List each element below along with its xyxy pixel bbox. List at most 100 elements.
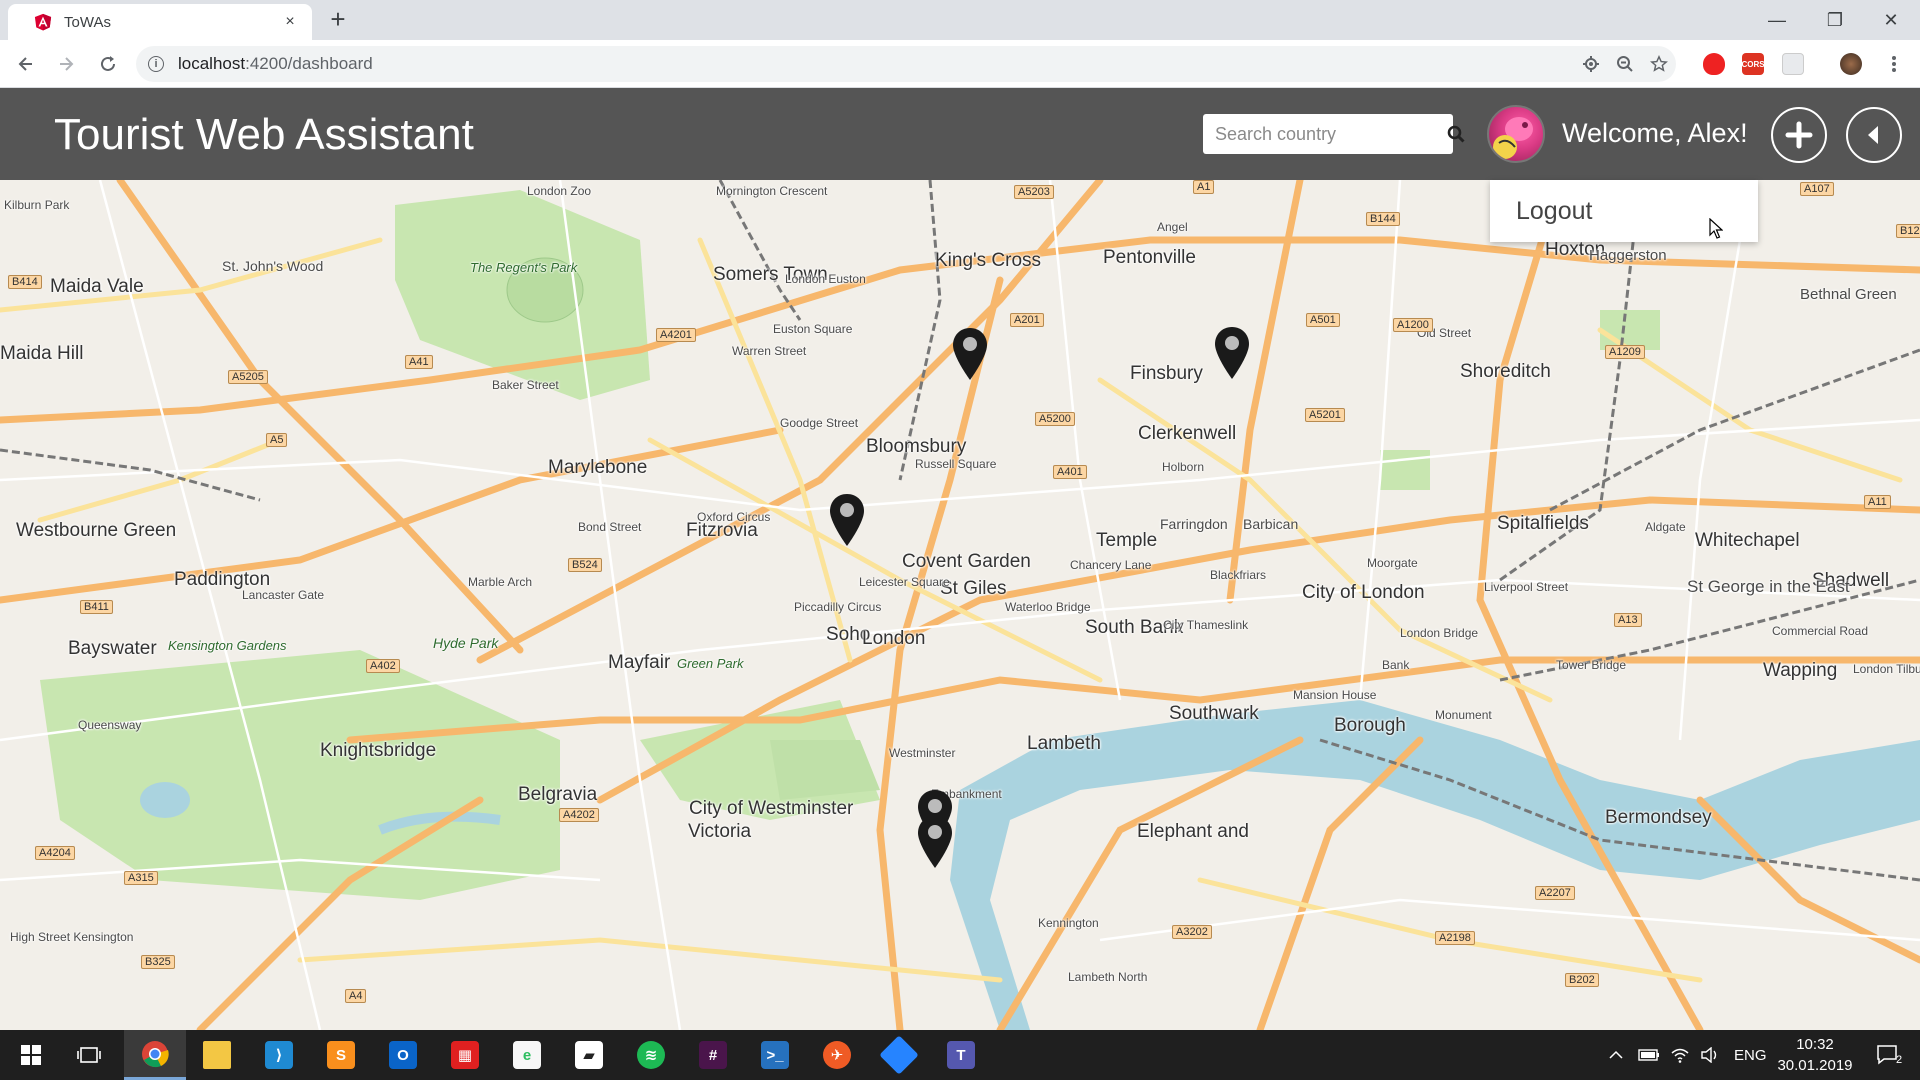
map-marker[interactable] xyxy=(916,814,954,870)
windows-start-icon[interactable] xyxy=(0,1030,62,1080)
map-label: Spitalfields xyxy=(1497,513,1589,534)
postman-icon[interactable]: ✈ xyxy=(806,1030,868,1080)
map-marker[interactable] xyxy=(1213,325,1251,381)
map-label: Victoria xyxy=(688,821,752,842)
extension-placeholder-icon[interactable] xyxy=(1782,53,1804,75)
browser-tabstrip: ToWAs × + — ❐ ✕ xyxy=(0,0,1920,40)
notification-center-icon[interactable]: 2 xyxy=(1868,1030,1908,1080)
window-close-button[interactable]: ✕ xyxy=(1862,0,1920,40)
browser-tab[interactable]: ToWAs × xyxy=(8,4,312,40)
profile-avatar-icon[interactable] xyxy=(1840,53,1862,75)
logout-button[interactable]: Logout xyxy=(1516,197,1592,226)
window-minimize-button[interactable]: — xyxy=(1748,0,1806,40)
battery-icon[interactable] xyxy=(1638,1030,1660,1080)
map-label: City of London xyxy=(1302,582,1425,603)
add-button[interactable] xyxy=(1771,107,1827,163)
vscode-icon[interactable]: ⟩ xyxy=(248,1030,310,1080)
map-label: Piccadilly Circus xyxy=(794,600,882,614)
map-label: Elephant and xyxy=(1137,821,1249,842)
red-app-icon[interactable]: ▦ xyxy=(434,1030,496,1080)
plus-icon xyxy=(1785,121,1813,149)
url-text[interactable]: localhost:4200/dashboard xyxy=(178,54,1574,74)
tray-overflow-icon[interactable] xyxy=(1608,1030,1624,1080)
map-label: London Euston xyxy=(785,272,866,286)
user-avatar[interactable] xyxy=(1487,105,1545,163)
cors-extension-icon[interactable]: CORS xyxy=(1741,53,1765,75)
road-label: A41 xyxy=(405,355,433,369)
collapse-button[interactable] xyxy=(1846,107,1902,163)
browser-menu-icon[interactable] xyxy=(1880,50,1908,78)
map-view[interactable]: London Zoo The Regent's Park St. John's … xyxy=(0,180,1920,1030)
road-label: Commercial Road xyxy=(1772,624,1869,638)
map-label: Liverpool Street xyxy=(1484,580,1569,594)
input-language[interactable]: ENG xyxy=(1734,1030,1767,1080)
teams-icon[interactable]: T xyxy=(930,1030,992,1080)
map-label: Finsbury xyxy=(1130,363,1203,384)
powershell-icon[interactable]: >_ xyxy=(744,1030,806,1080)
road-label: A4202 xyxy=(559,808,599,822)
road-label: A201 xyxy=(1010,313,1044,327)
chrome-taskbar-icon[interactable] xyxy=(124,1030,186,1080)
new-tab-button[interactable]: + xyxy=(324,6,352,34)
window-restore-button[interactable]: ❐ xyxy=(1806,0,1864,40)
search-icon[interactable] xyxy=(1447,114,1465,154)
map-label: Waterloo Bridge xyxy=(1005,600,1091,614)
slack-icon[interactable]: # xyxy=(682,1030,744,1080)
map-label: High Street Kensington xyxy=(10,930,134,944)
angular-icon xyxy=(34,13,52,31)
search-input[interactable] xyxy=(1203,114,1447,154)
address-bar[interactable]: i localhost:4200/dashboard xyxy=(136,46,1676,82)
bookmark-star-icon[interactable] xyxy=(1642,47,1676,81)
map-label: Green Park xyxy=(677,656,744,671)
map-label: City Thameslink xyxy=(1163,618,1249,632)
file-explorer-icon[interactable] xyxy=(186,1030,248,1080)
spotify-icon[interactable]: ≋ xyxy=(620,1030,682,1080)
map-label: Kennington xyxy=(1038,916,1099,930)
road-label: B411 xyxy=(80,600,113,614)
sublime-text-icon[interactable]: S xyxy=(310,1030,372,1080)
map-label: Bank xyxy=(1382,658,1410,672)
road-label: London Tilbury xyxy=(1853,662,1920,676)
evernote-icon[interactable]: e xyxy=(496,1030,558,1080)
map-label: Kensington Gardens xyxy=(168,638,287,653)
map-label: Westminster xyxy=(889,746,956,760)
road-label: A5205 xyxy=(228,370,268,384)
info-icon[interactable]: i xyxy=(148,56,164,72)
system-clock[interactable]: 10:32 30.01.2019 xyxy=(1770,1034,1860,1076)
road-label: A4201 xyxy=(656,328,696,342)
zoom-icon[interactable] xyxy=(1608,47,1642,81)
map-label: Bethnal Green xyxy=(1800,286,1897,303)
forward-icon[interactable] xyxy=(52,50,80,78)
map-label: Lambeth xyxy=(1027,733,1101,754)
volume-icon[interactable] xyxy=(1700,1030,1720,1080)
map-label: Russell Square xyxy=(915,457,997,471)
map-label: Haggerston xyxy=(1589,247,1667,264)
reload-icon[interactable] xyxy=(94,50,122,78)
map-label: Knightsbridge xyxy=(320,740,437,761)
map-label: Warren Street xyxy=(732,344,807,358)
outlook-icon[interactable]: O xyxy=(372,1030,434,1080)
sourcetree-icon[interactable] xyxy=(868,1030,930,1080)
tab-close-icon[interactable]: × xyxy=(280,13,300,31)
map-label: London xyxy=(862,628,926,649)
map-label: Queensway xyxy=(78,718,142,732)
road-label: A1200 xyxy=(1393,318,1433,332)
ublock-extension-icon[interactable] xyxy=(1703,53,1725,75)
map-label: Chancery Lane xyxy=(1070,558,1152,572)
task-view-icon[interactable] xyxy=(58,1030,120,1080)
road-label: A402 xyxy=(366,659,400,673)
map-marker[interactable] xyxy=(951,326,989,382)
road-label: A4204 xyxy=(35,846,75,860)
map-label: Farringdon xyxy=(1160,516,1228,532)
map-marker[interactable] xyxy=(828,492,866,548)
map-label: Tower Bridge xyxy=(1556,658,1627,672)
back-icon[interactable] xyxy=(12,50,40,78)
caret-left-icon xyxy=(1868,126,1878,144)
wifi-icon[interactable] xyxy=(1670,1030,1690,1080)
road-label: A5 xyxy=(266,433,288,447)
app-header: Tourist Web Assistant Welcome, Alex! xyxy=(0,88,1920,180)
map-label: Lancaster Gate xyxy=(242,588,325,602)
location-icon[interactable] xyxy=(1574,47,1608,81)
map-label: The Regent's Park xyxy=(470,260,578,275)
sticky-notes-icon[interactable]: ▰ xyxy=(558,1030,620,1080)
